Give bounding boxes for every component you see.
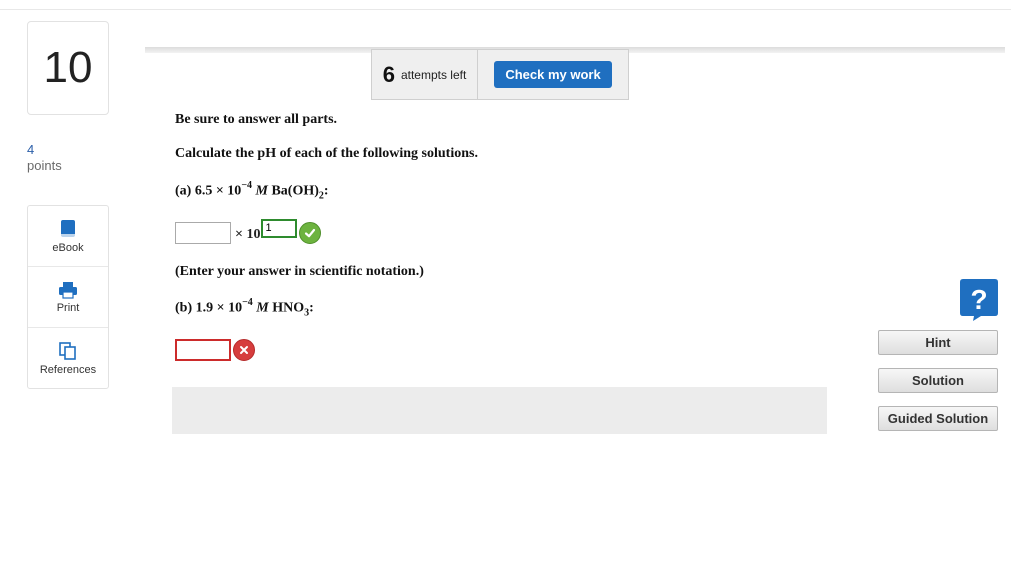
- copy-icon: [59, 341, 76, 360]
- incorrect-x-icon: [233, 339, 255, 361]
- references-label: References: [39, 363, 97, 376]
- part-a-answer-row: × 10: [175, 218, 322, 244]
- correct-check-icon: [299, 222, 322, 244]
- guided-solution-button[interactable]: Guided Solution: [878, 406, 998, 431]
- part-a-suffix: :: [323, 183, 329, 199]
- part-b-unit: M: [256, 300, 269, 316]
- prompt-text: Calculate the pH of each of the followin…: [175, 146, 478, 161]
- attempts-indicator: 6 attempts left: [371, 49, 478, 100]
- times-ten-label: × 10: [235, 227, 261, 242]
- points-value: 4: [27, 142, 35, 157]
- part-a-unit: M: [255, 183, 268, 199]
- points-label: points: [27, 158, 62, 173]
- part-b-answer-row: [175, 339, 255, 361]
- instruction-text: Be sure to answer all parts.: [175, 112, 338, 127]
- part-a-formula: Ba(OH): [271, 183, 319, 199]
- hint-button[interactable]: Hint: [878, 330, 998, 355]
- check-my-work-button[interactable]: Check my work: [494, 61, 612, 88]
- part-b-exponent: −4: [242, 297, 253, 308]
- help-question-icon[interactable]: ?: [959, 278, 999, 322]
- part-a-prefix: (a) 6.5 × 10: [175, 183, 242, 199]
- svg-text:?: ?: [970, 284, 987, 315]
- part-a-exponent-input[interactable]: [261, 218, 298, 238]
- part-b-suffix: :: [309, 300, 314, 316]
- feedback-panel: [172, 387, 827, 434]
- print-button[interactable]: Print: [28, 267, 108, 328]
- part-b-prefix: (b) 1.9 × 10: [175, 300, 243, 316]
- print-label: Print: [56, 301, 80, 314]
- tools-panel: eBook Print References: [27, 205, 109, 389]
- attempts-label: attempts left: [400, 67, 467, 82]
- scientific-notation-note: (Enter your answer in scientific notatio…: [175, 264, 424, 279]
- question-number: 10: [27, 21, 109, 115]
- part-a-mantissa-input[interactable]: [175, 222, 231, 244]
- part-b-label: (b) 1.9 × 10−4 M HNO3:: [175, 297, 314, 318]
- check-work-container: Check my work: [477, 49, 629, 100]
- part-b-formula: HNO: [272, 300, 305, 316]
- ebook-button[interactable]: eBook: [28, 206, 108, 267]
- top-divider: [0, 9, 1011, 10]
- printer-icon: [59, 281, 77, 299]
- part-a-label: (a) 6.5 × 10−4 M Ba(OH)2:: [175, 180, 329, 201]
- attempts-count: 6: [382, 61, 395, 87]
- references-button[interactable]: References: [28, 328, 108, 388]
- ebook-label: eBook: [52, 241, 84, 254]
- book-icon: [61, 219, 75, 237]
- points-block: 4 points: [27, 142, 62, 174]
- solution-button[interactable]: Solution: [878, 368, 998, 393]
- part-b-answer-input[interactable]: [175, 339, 231, 361]
- part-a-exponent: −4: [241, 180, 253, 191]
